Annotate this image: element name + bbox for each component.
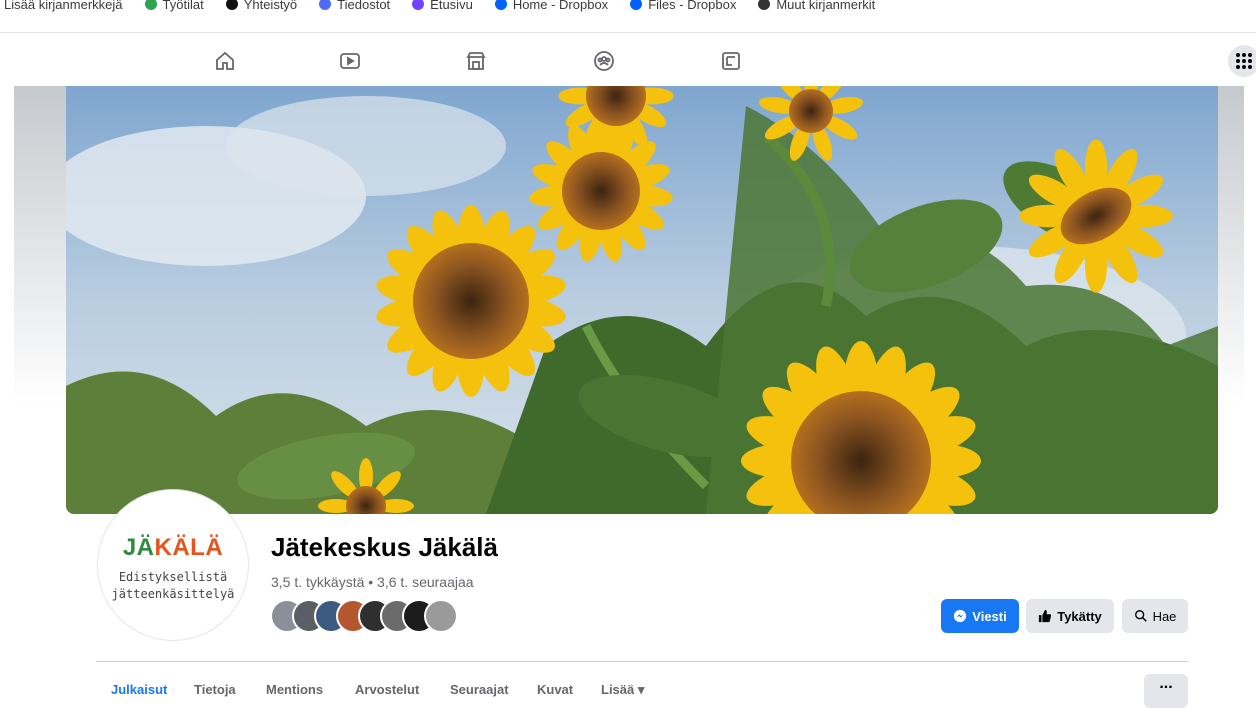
bookmark-label: Tiedostot <box>337 0 391 12</box>
bookmark-label: Files - Dropbox <box>648 0 737 12</box>
bookmark-item[interactable]: Etusivu <box>412 0 473 12</box>
tab-about[interactable]: Tietoja <box>194 682 236 697</box>
tab-mentions[interactable]: Mentions <box>266 682 323 697</box>
bookmarks-bar: Lisää kirjanmerkkejä Työtilat Yhteistyö … <box>0 0 1256 16</box>
page-title: Jätekeskus Jäkälä <box>271 532 498 562</box>
bookmark-label: Home - Dropbox <box>512 0 609 12</box>
bookmark-label: Yhteistyö <box>243 0 298 12</box>
bookmark-icon <box>412 0 425 10</box>
gaming-icon[interactable] <box>717 47 745 75</box>
cover-photo[interactable] <box>66 86 1218 514</box>
message-button[interactable]: Viesti <box>941 599 1019 633</box>
follower-avatars[interactable] <box>270 599 490 633</box>
bookmark-label: Lisää kirjanmerkkejä <box>4 0 123 12</box>
tab-photos[interactable]: Kuvat <box>537 682 573 697</box>
bookmark-icon <box>630 0 643 10</box>
profile-divider <box>96 661 1188 662</box>
bookmark-item[interactable]: Tiedostot <box>319 0 390 12</box>
search-button[interactable]: Hae <box>1122 599 1188 633</box>
bookmark-item[interactable]: Työtilat <box>144 0 204 12</box>
liked-label: Tykätty <box>1057 608 1102 624</box>
avatar[interactable] <box>424 599 458 633</box>
bookmark-item[interactable]: Home - Dropbox <box>494 0 609 12</box>
bookmark-item[interactable]: Lisää kirjanmerkkejä <box>4 0 123 12</box>
message-label: Viesti <box>972 608 1007 624</box>
grid-menu-icon[interactable] <box>1228 45 1256 77</box>
home-icon[interactable] <box>211 47 239 75</box>
bookmark-item[interactable]: Yhteistyö <box>225 0 298 12</box>
page-stats: 3,5 t. tykkäystä • 3,6 t. seuraajaa <box>271 574 474 590</box>
bookmark-item[interactable]: Muut kirjanmerkit <box>758 0 875 12</box>
logo-wordmark: JÄKÄLÄ <box>122 534 224 561</box>
bookmark-label: Muut kirjanmerkit <box>776 0 876 12</box>
logo-tagline: Edistyksellistä <box>118 570 228 584</box>
marketplace-icon[interactable] <box>462 47 490 75</box>
thumbs-up-icon <box>1039 609 1052 623</box>
watch-icon[interactable] <box>336 47 364 75</box>
more-options-button[interactable]: ... <box>1144 674 1188 708</box>
bookmark-icon <box>494 0 507 10</box>
liked-button[interactable]: Tykätty <box>1026 599 1114 633</box>
bookmark-icon <box>758 0 771 10</box>
bookmark-icon <box>319 0 332 10</box>
bookmark-item[interactable]: Files - Dropbox <box>630 0 736 12</box>
bookmark-label: Etusivu <box>430 0 473 12</box>
page-avatar[interactable]: JÄKÄLÄ Edistyksellistä jätteenkäsittelyä <box>98 490 248 640</box>
bookmark-icon <box>144 0 157 10</box>
tab-followers[interactable]: Seuraajat <box>450 682 509 697</box>
top-navigation <box>0 33 1256 87</box>
tab-reviews[interactable]: Arvostelut <box>355 682 419 697</box>
bookmark-label: Työtilat <box>162 0 204 12</box>
search-label: Hae <box>1152 608 1177 624</box>
groups-icon[interactable] <box>590 47 618 75</box>
bookmark-icon <box>225 0 238 10</box>
tab-more[interactable]: Lisää ▾ <box>601 682 644 698</box>
messenger-icon <box>954 609 967 623</box>
logo-tagline: jätteenkäsittelyä <box>111 587 235 601</box>
tab-posts[interactable]: Julkaisut <box>111 682 167 697</box>
search-icon <box>1134 610 1147 622</box>
